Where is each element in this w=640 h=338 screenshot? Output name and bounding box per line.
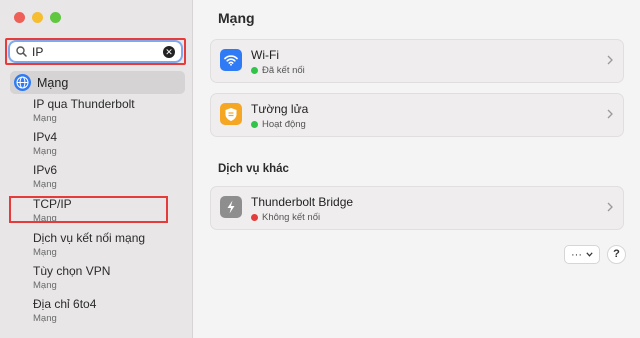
search-result-item[interactable]: IPv6 Mạng (33, 163, 57, 191)
service-name: Wi-Fi (251, 48, 279, 62)
sidebar-item-label: Mạng (37, 75, 69, 90)
result-subtitle: Mạng (33, 313, 57, 324)
status-dot (251, 214, 258, 221)
more-actions-button[interactable]: ··· (564, 245, 600, 264)
result-title: IPv6 (33, 163, 58, 177)
status-dot (251, 67, 258, 74)
section-title-other-services: Dịch vụ khác (218, 163, 289, 175)
result-subtitle: Mạng (33, 113, 57, 124)
result-subtitle: Mạng (33, 146, 57, 157)
zoom-window-button[interactable] (50, 12, 61, 23)
minimize-window-button[interactable] (32, 12, 43, 23)
result-title: Tùy chọn VPN (33, 264, 111, 278)
sidebar-item-network[interactable]: Mạng (10, 71, 185, 94)
service-status-text: Đã kết nối (262, 65, 305, 76)
search-input[interactable] (32, 44, 162, 59)
search-result-item[interactable]: Tùy chọn VPN Mạng (33, 264, 110, 292)
result-title: Dịch vụ kết nối mạng (33, 231, 146, 245)
window-controls (14, 12, 61, 23)
chevron-right-icon (607, 109, 613, 119)
tcpip-highlight-box (9, 196, 168, 223)
service-row-wifi[interactable]: Wi-Fi Đã kết nối (210, 39, 624, 83)
globe-icon (14, 74, 31, 91)
result-subtitle: Mạng (33, 280, 57, 291)
more-icon: ··· (571, 248, 582, 261)
wifi-icon (220, 49, 242, 71)
search-field[interactable]: ✕ (10, 42, 181, 61)
service-row-firewall[interactable]: Tường lửa Hoạt động (210, 93, 624, 137)
result-subtitle: Mạng (33, 179, 57, 190)
service-status: Không kết nối (251, 212, 320, 223)
result-subtitle: Mạng (33, 247, 57, 258)
result-title: IPv4 (33, 130, 58, 144)
chevron-down-icon (586, 252, 593, 257)
service-status: Hoạt động (251, 119, 306, 130)
result-title: Địa chỉ 6to4 (33, 297, 97, 311)
status-dot (251, 121, 258, 128)
chevron-right-icon (607, 202, 613, 212)
help-button[interactable]: ? (607, 245, 626, 264)
clear-icon[interactable]: ✕ (163, 46, 175, 58)
result-title: IP qua Thunderbolt (33, 97, 135, 111)
firewall-icon (220, 103, 242, 125)
search-result-item[interactable]: Địa chỉ 6to4 Mạng (33, 297, 96, 325)
search-result-item[interactable]: Dịch vụ kết nối mạng Mạng (33, 231, 145, 259)
search-highlight-box: ✕ (5, 38, 186, 65)
service-row-thunderbolt[interactable]: Thunderbolt Bridge Không kết nối (210, 186, 624, 230)
service-name: Tường lửa (251, 102, 309, 116)
chevron-right-icon (607, 55, 613, 65)
service-status-text: Không kết nối (262, 212, 321, 223)
close-window-button[interactable] (14, 12, 25, 23)
search-result-item[interactable]: IP qua Thunderbolt Mạng (33, 97, 135, 125)
service-status: Đã kết nối (251, 65, 305, 76)
sidebar: ✕ Mạng IP qua Thunderbolt Mạng IPv4 Mạng… (0, 0, 193, 338)
service-status-text: Hoạt động (262, 119, 306, 130)
main-content: Mạng Wi-Fi Đã kết nối Tường lửa Hoạt độn… (194, 0, 640, 338)
thunderbolt-icon (220, 196, 242, 218)
service-name: Thunderbolt Bridge (251, 195, 354, 209)
search-result-item[interactable]: IPv4 Mạng (33, 130, 57, 158)
search-icon (16, 46, 27, 57)
page-title: Mạng (218, 10, 255, 26)
